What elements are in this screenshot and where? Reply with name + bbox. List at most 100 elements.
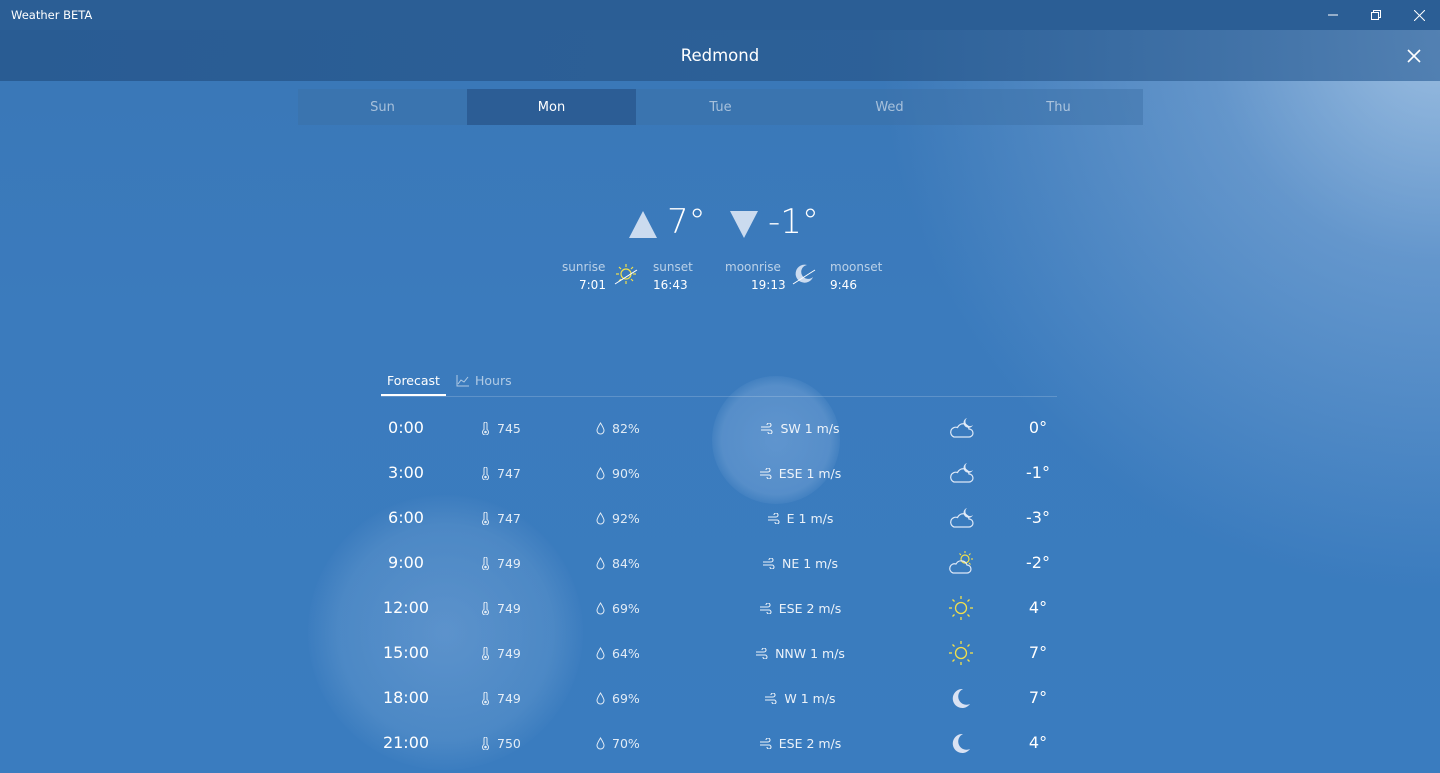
row-pressure: 747: [480, 511, 521, 526]
row-wind: NE 1 m/s: [690, 556, 910, 571]
cloudy-night-icon: [950, 463, 974, 483]
close-icon: [1413, 9, 1425, 21]
cloudy-night-icon: [950, 418, 974, 438]
wind-icon: [767, 513, 780, 524]
moonset-label: moonset: [830, 260, 883, 274]
app-title: Weather BETA: [11, 8, 93, 22]
thermometer-icon: [482, 557, 489, 570]
row-time: 9:00: [388, 553, 424, 572]
window-titlebar: Weather BETA: [0, 0, 1440, 30]
row-humidity: 92%: [595, 511, 640, 526]
row-humidity-value: 82%: [612, 421, 640, 436]
arrow-down-icon: [730, 211, 758, 238]
forecast-row: 6:00 747 92% E 1 m/s -3°: [0, 495, 1440, 540]
high-temperature: 7°: [667, 202, 706, 242]
row-wind-value: NNW 1 m/s: [775, 646, 845, 661]
tab-tue[interactable]: Tue: [636, 89, 805, 125]
wind-icon: [759, 603, 772, 614]
row-pressure-value: 750: [497, 736, 521, 751]
sunrise-label: sunrise: [562, 260, 606, 274]
forecast-row: 12:00 749 69% ESE 2 m/s 4°: [0, 585, 1440, 630]
tab-sun[interactable]: Sun: [298, 89, 467, 125]
arrow-up-icon: [629, 211, 657, 238]
row-pressure-value: 749: [497, 556, 521, 571]
sun-icon: [949, 641, 973, 665]
moonrise-icon: [792, 264, 816, 285]
thermometer-icon: [482, 467, 489, 480]
forecast-tabs: Forecast Hours: [381, 367, 1057, 397]
sunset-time: 16:43: [653, 278, 688, 292]
row-time: 15:00: [382, 643, 430, 662]
wind-icon: [759, 468, 772, 479]
tab-forecast[interactable]: Forecast: [381, 367, 446, 396]
moonrise-label: moonrise: [725, 260, 781, 274]
row-pressure: 750: [480, 736, 521, 751]
row-humidity: 64%: [595, 646, 640, 661]
row-wind-value: ESE 2 m/s: [778, 601, 842, 616]
droplet-icon: [596, 512, 605, 525]
row-time: 21:00: [382, 733, 430, 752]
low-temperature: -1°: [768, 202, 819, 242]
forecast-row: 9:00 749 84% NE 1 m/s -2°: [0, 540, 1440, 585]
close-window-button[interactable]: [1397, 0, 1440, 30]
tab-mon[interactable]: Mon: [467, 89, 636, 125]
row-time: 12:00: [382, 598, 430, 617]
thermometer-icon: [482, 737, 489, 750]
row-humidity-value: 64%: [612, 646, 640, 661]
row-temperature: -1°: [1026, 463, 1050, 482]
row-wind-value: NE 1 m/s: [781, 556, 839, 571]
restore-button[interactable]: [1354, 0, 1398, 30]
wind-icon: [762, 558, 775, 569]
forecast-row: 0:00 745 82% SW 1 m/s 0°: [0, 405, 1440, 450]
row-humidity-value: 69%: [612, 601, 640, 616]
thermometer-icon: [482, 512, 489, 525]
row-humidity-value: 69%: [612, 691, 640, 706]
row-temperature: 4°: [1028, 598, 1048, 617]
row-wind: E 1 m/s: [690, 511, 910, 526]
tab-thu[interactable]: Thu: [974, 89, 1143, 125]
row-wind-value: SW 1 m/s: [780, 421, 840, 436]
row-pressure: 749: [480, 601, 521, 616]
tab-wed[interactable]: Wed: [805, 89, 974, 125]
row-pressure: 745: [480, 421, 521, 436]
row-wind: NNW 1 m/s: [690, 646, 910, 661]
row-humidity: 84%: [595, 556, 640, 571]
thermometer-icon: [482, 602, 489, 615]
droplet-icon: [596, 467, 605, 480]
forecast-row: 18:00 749 69% W 1 m/s 7°: [0, 675, 1440, 720]
row-pressure-value: 749: [497, 601, 521, 616]
wind-icon: [759, 738, 772, 749]
droplet-icon: [596, 557, 605, 570]
daily-summary: 7° -1°: [0, 200, 1440, 250]
day-tabs: Sun Mon Tue Wed Thu: [298, 89, 1143, 125]
row-temperature: 7°: [1028, 688, 1048, 707]
forecast-row: 3:00 747 90% ESE 1 m/s -1°: [0, 450, 1440, 495]
moonset-time: 9:46: [830, 278, 857, 292]
row-pressure-value: 749: [497, 691, 521, 706]
thermometer-icon: [482, 422, 489, 435]
minimize-icon: [1328, 14, 1338, 16]
row-humidity-value: 70%: [612, 736, 640, 751]
row-time: 18:00: [382, 688, 430, 707]
row-pressure-value: 747: [497, 511, 521, 526]
row-wind: ESE 2 m/s: [690, 601, 910, 616]
close-icon[interactable]: [1403, 45, 1425, 67]
moon-icon: [952, 733, 970, 753]
tab-hours[interactable]: Hours: [456, 367, 512, 394]
forecast-row: 15:00 749 64% NNW 1 m/s 7°: [0, 630, 1440, 675]
row-pressure-value: 749: [497, 646, 521, 661]
minimize-button[interactable]: [1311, 0, 1355, 30]
wind-icon: [765, 693, 777, 704]
wind-icon: [761, 423, 773, 434]
row-time: 6:00: [388, 508, 424, 527]
wind-icon: [756, 648, 768, 659]
row-humidity-value: 90%: [612, 466, 640, 481]
row-pressure: 749: [480, 691, 521, 706]
tab-hours-label: Hours: [475, 373, 512, 388]
row-humidity: 69%: [595, 601, 640, 616]
droplet-icon: [596, 737, 605, 750]
row-temperature: 7°: [1028, 643, 1048, 662]
droplet-icon: [596, 647, 605, 660]
droplet-icon: [596, 422, 605, 435]
row-humidity-value: 92%: [612, 511, 640, 526]
